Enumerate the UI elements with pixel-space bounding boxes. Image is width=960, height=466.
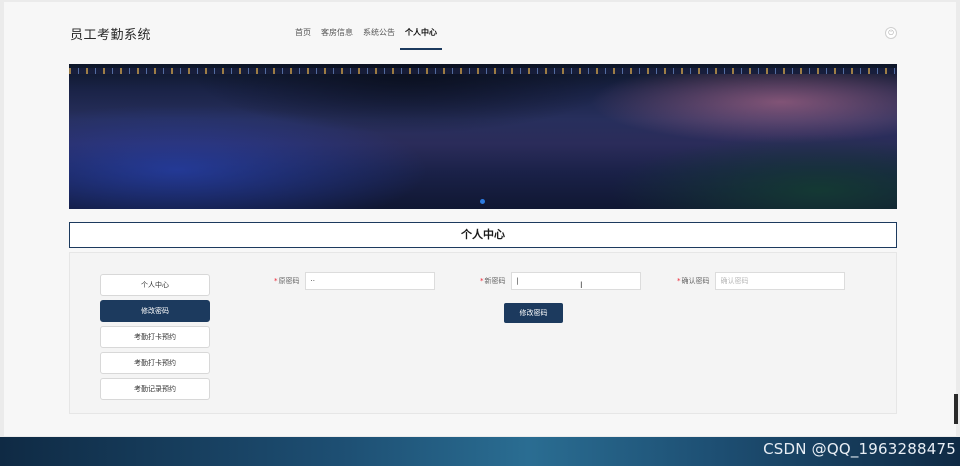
watermark: CSDN @QQ_1963288475 [763,440,956,458]
old-password-field: *原密码 [274,272,435,290]
nav-rooms[interactable]: 客房信息 [321,28,353,52]
confirm-password-field: *确认密码 [677,272,845,290]
sidebar-item-attendance-2[interactable]: 考勤打卡预约 [100,352,210,374]
brand-title: 员工考勤系统 [70,28,152,43]
change-password-button[interactable]: 修改密码 [504,303,563,323]
main-nav: 首页 客房信息 系统公告 个人中心 [295,28,442,52]
new-password-label: 新密码 [484,277,506,285]
scrollbar[interactable] [954,394,958,424]
power-icon[interactable]: ⏻ [885,27,897,39]
old-password-input[interactable] [304,272,435,290]
sidebar-item-attendance-record[interactable]: 考勤记录预约 [100,378,210,400]
nav-announcements[interactable]: 系统公告 [363,28,395,52]
old-password-label: 原密码 [278,277,300,285]
new-password-field: *新密码 [480,272,641,290]
content-panel: 个人中心 修改密码 考勤打卡预约 考勤打卡预约 考勤记录预约 *原密码 *新密码… [69,252,897,414]
nav-personal-center[interactable]: 个人中心 [400,28,442,52]
section-title: 个人中心 [69,222,897,248]
sidebar-item-change-password[interactable]: 修改密码 [100,300,210,322]
carousel-indicator-dot[interactable] [480,199,485,204]
confirm-password-input[interactable] [714,272,845,290]
banner-carousel [69,64,897,209]
sidebar-item-attendance-1[interactable]: 考勤打卡预约 [100,326,210,348]
page: 员工考勤系统 首页 客房信息 系统公告 个人中心 ⏻ 个人中心 个人中心 修改密… [4,2,956,436]
text-cursor-icon: I [580,281,583,291]
sidebar: 个人中心 修改密码 考勤打卡预约 考勤打卡预约 考勤记录预约 [100,274,212,404]
new-password-input[interactable] [510,272,641,290]
footer-strip: CSDN @QQ_1963288475 [0,437,960,466]
sidebar-item-personal-center[interactable]: 个人中心 [100,274,210,296]
confirm-password-label: 确认密码 [681,277,710,285]
header: 员工考勤系统 首页 客房信息 系统公告 个人中心 ⏻ [4,2,956,60]
nav-home[interactable]: 首页 [295,28,311,52]
